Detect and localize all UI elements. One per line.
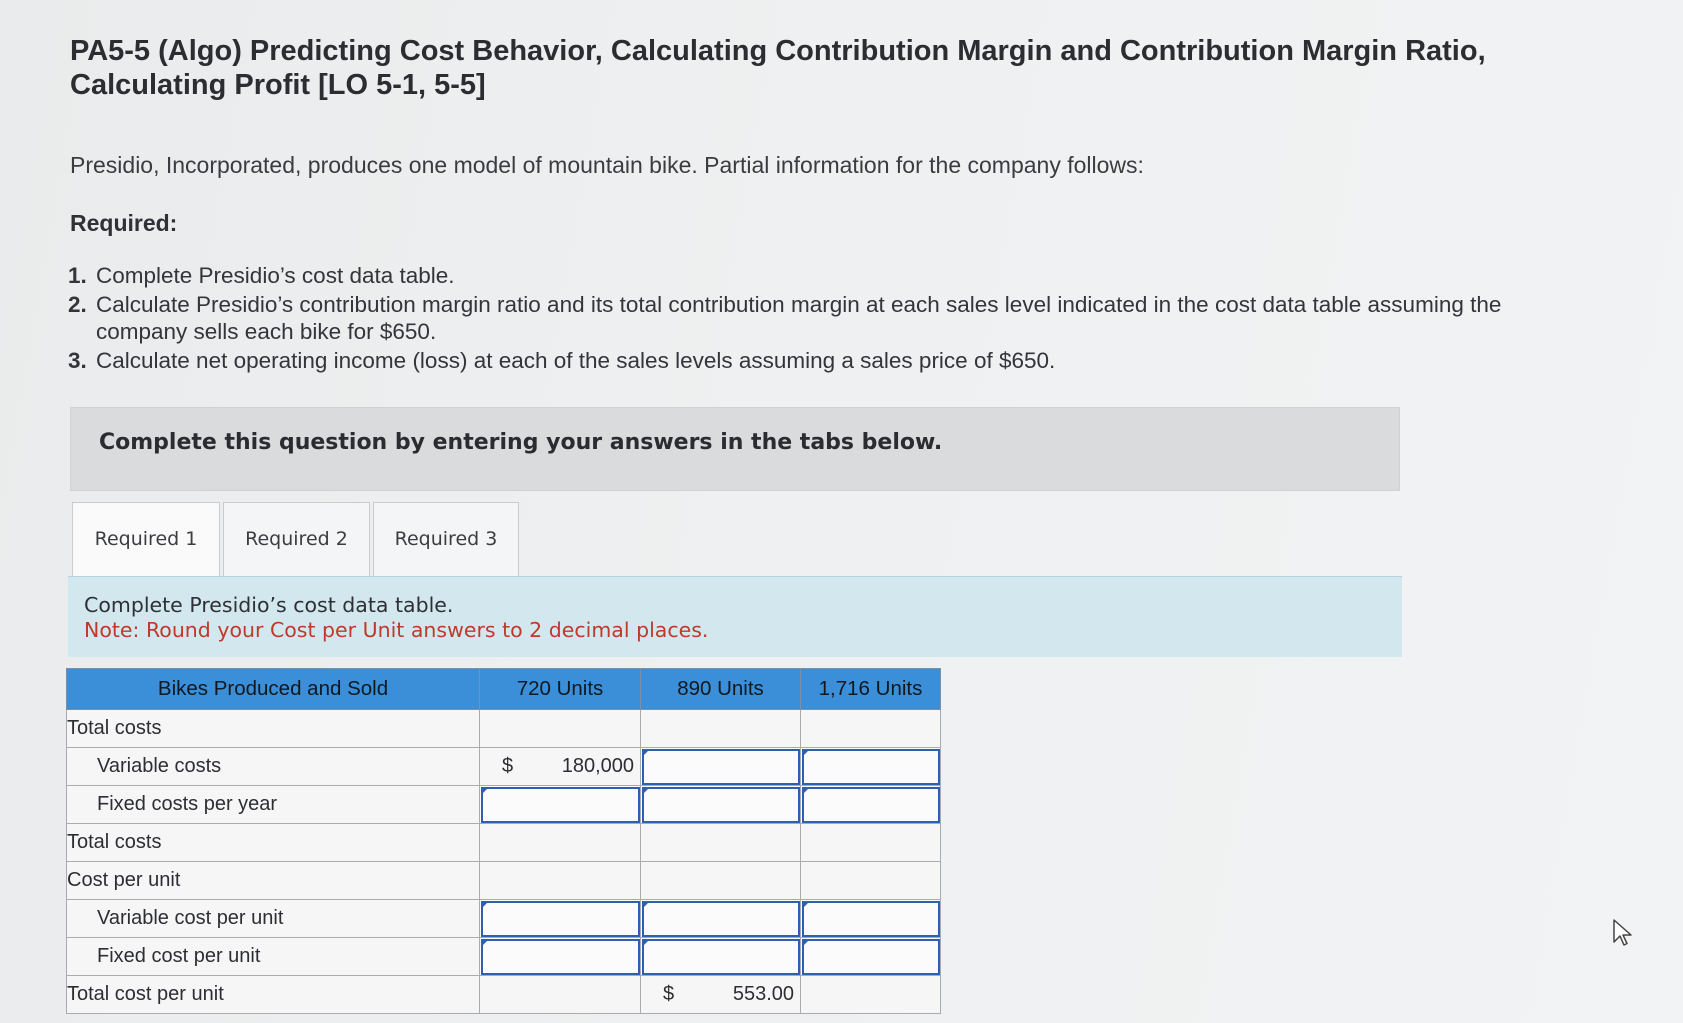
fixed-cost-per-unit-890-input[interactable] (640, 937, 801, 976)
tab-required-1[interactable]: Required 1 (72, 502, 220, 576)
table-row: Total cost per unit $ 553.00 (66, 975, 941, 1014)
row-label: Fixed costs per year (66, 785, 480, 824)
row-label: Variable cost per unit (66, 899, 480, 938)
variable-cost-per-unit-720-input[interactable] (479, 899, 641, 938)
variable-cost-per-unit-1716-input[interactable] (800, 899, 941, 938)
row-label: Total costs (66, 709, 480, 748)
requirements-list: 1. Complete Presidio’s cost data table. … (68, 262, 1508, 376)
fixed-cost-per-unit-720-input[interactable] (479, 937, 641, 976)
variable-costs-720-value: $ 180,000 (479, 747, 641, 786)
table-row: Cost per unit (66, 861, 941, 900)
requirement-text: Calculate Presidio’s contribution margin… (96, 292, 1502, 344)
row-label: Total costs (66, 823, 480, 862)
empty-cell (800, 861, 941, 900)
requirement-item: 2. Calculate Presidio’s contribution mar… (68, 291, 1508, 345)
fixed-costs-720-input[interactable] (479, 785, 641, 824)
problem-intro: Presidio, Incorporated, produces one mod… (70, 152, 1144, 178)
row-label: Fixed cost per unit (66, 937, 480, 976)
table-row: Fixed costs per year (66, 785, 941, 824)
cell-value: 180,000 (561, 755, 634, 777)
tab-instructions: Complete Presidio’s cost data table. Not… (68, 576, 1402, 657)
rounding-note: Note: Round your Cost per Unit answers t… (84, 618, 709, 642)
tab-required-3[interactable]: Required 3 (373, 502, 519, 576)
mouse-pointer-icon (1613, 919, 1632, 946)
fixed-costs-890-input[interactable] (640, 785, 801, 824)
requirement-text: Complete Presidio’s cost data table. (96, 263, 455, 288)
instruction-text: Complete Presidio’s cost data table. (84, 593, 454, 617)
cost-data-table: Bikes Produced and Sold 720 Units 890 Un… (66, 668, 941, 1014)
table-header-row: Bikes Produced and Sold 720 Units 890 Un… (66, 668, 941, 710)
empty-cell (479, 709, 641, 748)
empty-cell (479, 861, 641, 900)
header-890-units: 890 Units (640, 668, 801, 710)
empty-cell (479, 975, 641, 1014)
problem-title: PA5-5 (Algo) Predicting Cost Behavior, C… (70, 35, 1486, 101)
banner-text: Complete this question by entering your … (99, 430, 943, 455)
empty-cell (800, 709, 941, 748)
table-row: Fixed cost per unit (66, 937, 941, 976)
instructions-banner: Complete this question by entering your … (70, 407, 1400, 491)
currency-symbol: $ (502, 755, 514, 777)
empty-cell (640, 709, 801, 748)
empty-cell (800, 823, 941, 862)
fixed-costs-1716-input[interactable] (800, 785, 941, 824)
fixed-cost-per-unit-1716-input[interactable] (800, 937, 941, 976)
tab-required-2[interactable]: Required 2 (223, 502, 370, 576)
page: PA5-5 (Algo) Predicting Cost Behavior, C… (0, 0, 1683, 1023)
variable-cost-per-unit-890-input[interactable] (640, 899, 801, 938)
variable-costs-1716-input[interactable] (800, 747, 941, 786)
currency-symbol: $ (663, 983, 675, 1005)
header-bikes-produced: Bikes Produced and Sold (66, 668, 480, 710)
table-row: Variable costs $ 180,000 (66, 747, 941, 786)
empty-cell (800, 975, 941, 1014)
requirement-number: 2. (68, 292, 87, 317)
row-label: Total cost per unit (66, 975, 480, 1014)
row-label: Variable costs (66, 747, 480, 786)
table-row: Total costs (66, 709, 941, 748)
empty-cell (479, 823, 641, 862)
requirement-text: Calculate net operating income (loss) at… (96, 348, 1056, 373)
variable-costs-890-input[interactable] (640, 747, 801, 786)
requirement-item: 1. Complete Presidio’s cost data table. (68, 262, 1508, 289)
cell-value: 553.00 (732, 983, 794, 1005)
empty-cell (640, 823, 801, 862)
table-row: Variable cost per unit (66, 899, 941, 938)
required-heading: Required: (70, 210, 178, 236)
table-row: Total costs (66, 823, 941, 862)
requirement-number: 3. (68, 348, 87, 373)
total-cost-per-unit-890-value: $ 553.00 (640, 975, 801, 1014)
header-720-units: 720 Units (479, 668, 641, 710)
requirement-item: 3. Calculate net operating income (loss)… (68, 347, 1508, 374)
requirement-number: 1. (68, 263, 87, 288)
header-1716-units: 1,716 Units (800, 668, 941, 710)
empty-cell (640, 861, 801, 900)
row-label: Cost per unit (66, 861, 480, 900)
